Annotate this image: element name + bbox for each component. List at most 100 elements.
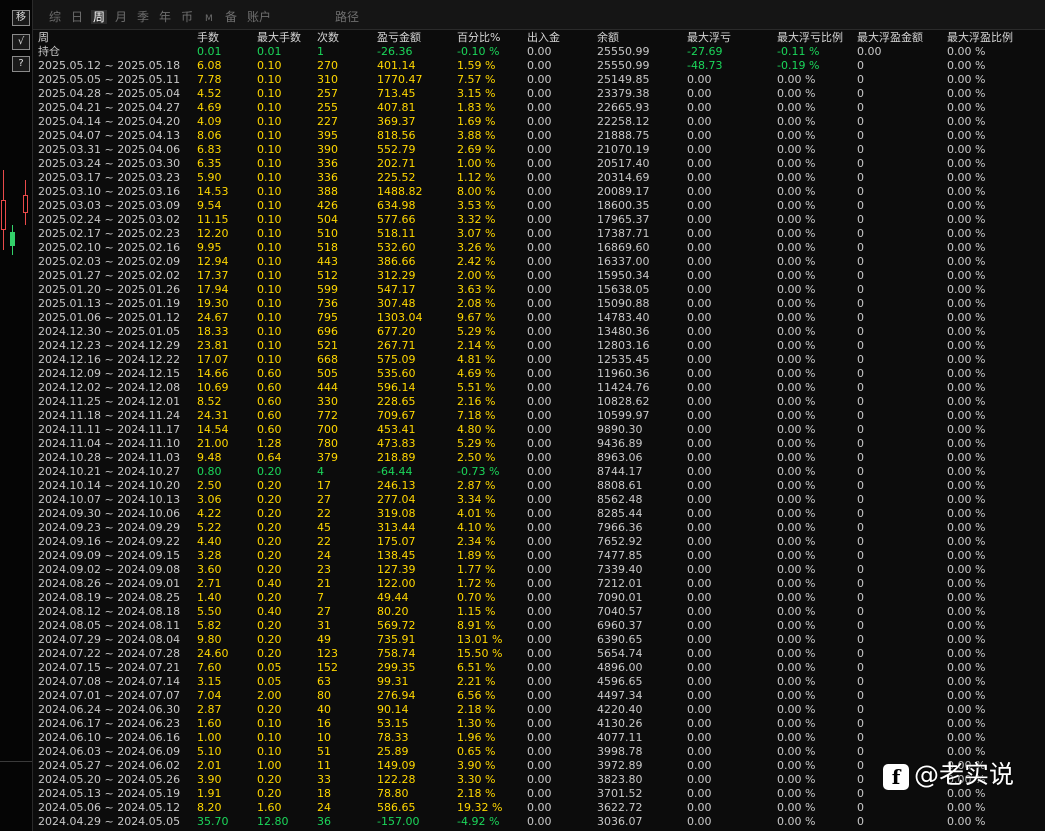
table-row[interactable]: 2025.05.05 ~ 2025.05.11 7.78 0.10 310 1770.4… [33,73,1045,87]
table-row[interactable]: 2024.07.15 ~ 2024.07.21 7.60 0.05 152 299.35… [33,661,1045,675]
col-header-count[interactable]: 次数 [317,31,339,45]
cell-lots: 6.35 [197,157,222,170]
tab-quarterly[interactable]: 季 [137,10,149,24]
tab-yearly[interactable]: 年 [159,10,171,24]
table-row[interactable]: 2024.10.21 ~ 2024.10.27 0.80 0.20 4 -64.44 -0… [33,465,1045,479]
table-row[interactable]: 2025.03.24 ~ 2025.03.30 6.35 0.10 336 202.71… [33,157,1045,171]
cell-pnl: 202.71 [377,157,416,170]
table-row[interactable]: 2025.01.13 ~ 2025.01.19 19.30 0.10 736 307.4… [33,297,1045,311]
line-tool-button[interactable]: √ [12,34,30,50]
col-header-io[interactable]: 出入金 [527,31,560,45]
table-row[interactable]: 2024.04.29 ~ 2024.05.05 35.70 12.80 36 -157.… [33,815,1045,829]
col-header-lots[interactable]: 手数 [197,31,219,45]
table-row[interactable]: 2024.06.10 ~ 2024.06.16 1.00 0.10 10 78.33 1.… [33,731,1045,745]
cell-max-float-loss: 0.00 [687,311,712,324]
table-row[interactable]: 2025.03.17 ~ 2025.03.23 5.90 0.10 336 225.52… [33,171,1045,185]
cell-pct: 2.42 % [457,255,496,268]
cell-io: 0.00 [527,255,552,268]
table-row[interactable]: 2025.02.10 ~ 2025.02.16 9.95 0.10 518 532.60… [33,241,1045,255]
cell-pnl: 127.39 [377,563,416,576]
table-row[interactable]: 2024.08.19 ~ 2024.08.25 1.40 0.20 7 49.44 0.7… [33,591,1045,605]
table-row[interactable]: 2024.10.28 ~ 2024.11.03 9.48 0.64 379 218.89… [33,451,1045,465]
table-row[interactable]: 2025.04.21 ~ 2025.04.27 4.69 0.10 255 407.81… [33,101,1045,115]
table-row[interactable]: 2025.04.07 ~ 2025.04.13 8.06 0.10 395 818.56… [33,129,1045,143]
cell-max-float-loss: 0.00 [687,675,712,688]
table-row[interactable]: 2024.12.30 ~ 2025.01.05 18.33 0.10 696 677.2… [33,325,1045,339]
table-row[interactable]: 2024.07.29 ~ 2024.08.04 9.80 0.20 49 735.91 1… [33,633,1045,647]
table-row[interactable]: 2025.01.20 ~ 2025.01.26 17.94 0.10 599 547.1… [33,283,1045,297]
table-row[interactable]: 2024.09.09 ~ 2024.09.15 3.28 0.20 24 138.45 1… [33,549,1045,563]
table-row[interactable]: 2025.01.27 ~ 2025.02.02 17.37 0.10 512 312.2… [33,269,1045,283]
table-row[interactable]: 2024.11.04 ~ 2024.11.10 21.00 1.28 780 473.8… [33,437,1045,451]
table-row[interactable]: 2024.08.26 ~ 2024.09.01 2.71 0.40 21 122.00 1… [33,577,1045,591]
table-row[interactable]: 2025.03.10 ~ 2025.03.16 14.53 0.10 388 1488.… [33,185,1045,199]
tab-monthly[interactable]: 月 [115,10,127,24]
table-row[interactable]: 2025.04.14 ~ 2025.04.20 4.09 0.10 227 369.37… [33,115,1045,129]
cell-week-range: 2024.11.04 ~ 2024.11.10 [38,437,181,450]
table-row[interactable]: 2025.03.31 ~ 2025.04.06 6.83 0.10 390 552.79… [33,143,1045,157]
col-header-max-float-gain[interactable]: 最大浮盈金额 [857,31,923,45]
tab-account[interactable]: 账户 [247,10,271,24]
table-row[interactable]: 2024.08.12 ~ 2024.08.18 5.50 0.40 27 80.20 1.… [33,605,1045,619]
table-row[interactable]: 2024.12.09 ~ 2024.12.15 14.66 0.60 505 535.6… [33,367,1045,381]
col-header-max-float-gain-pct[interactable]: 最大浮盈比例 [947,31,1013,45]
table-row[interactable]: 2025.03.03 ~ 2025.03.09 9.54 0.10 426 634.98… [33,199,1045,213]
col-header-week[interactable]: 周 [38,31,49,45]
table-row[interactable]: 2025.02.03 ~ 2025.02.09 12.94 0.10 443 386.6… [33,255,1045,269]
tab-daily[interactable]: 日 [71,10,83,24]
table-row[interactable]: 2024.11.11 ~ 2024.11.17 14.54 0.60 700 453.4… [33,423,1045,437]
holding-row[interactable]: 持仓 0.01 0.01 1 -26.36 -0.10 % 0.00 25550… [33,45,1045,59]
col-header-max-lots[interactable]: 最大手数 [257,31,301,45]
cell-max-float-gain: 0 [857,367,864,380]
table-row[interactable]: 2024.10.07 ~ 2024.10.13 3.06 0.20 27 277.04 3… [33,493,1045,507]
col-header-pnl[interactable]: 盈亏金额 [377,31,421,45]
help-button[interactable]: ? [12,56,30,72]
table-row[interactable]: 2024.10.14 ~ 2024.10.20 2.50 0.20 17 246.13 2… [33,479,1045,493]
cell-balance: 16869.60 [597,241,650,254]
table-row[interactable]: 2024.07.01 ~ 2024.07.07 7.04 2.00 80 276.94 6… [33,689,1045,703]
tab-currency[interactable]: 币 [181,10,193,24]
col-header-balance[interactable]: 余额 [597,31,619,45]
tab-weekly[interactable]: 周 [91,10,108,24]
tab-notes[interactable]: 备 [225,10,237,24]
cell-pnl: 473.83 [377,437,416,450]
col-header-pct[interactable]: 百分比% [457,31,500,45]
table-row[interactable]: 2024.12.02 ~ 2024.12.08 10.69 0.60 444 596.1… [33,381,1045,395]
cell-balance: 7652.92 [597,535,643,548]
table-row[interactable]: 2024.09.30 ~ 2024.10.06 4.22 0.20 22 319.08 4… [33,507,1045,521]
cell-max-float-gain: 0 [857,283,864,296]
table-row[interactable]: 2024.09.02 ~ 2024.09.08 3.60 0.20 23 127.39 1… [33,563,1045,577]
table-row[interactable]: 2025.02.24 ~ 2025.03.02 11.15 0.10 504 577.6… [33,213,1045,227]
col-header-max-float-loss-pct[interactable]: 最大浮亏比例 [777,31,843,45]
table-row[interactable]: 2024.07.08 ~ 2024.07.14 3.15 0.05 63 99.31 2.… [33,675,1045,689]
tab-summary[interactable]: 综 [49,10,61,24]
table-row[interactable]: 2024.08.05 ~ 2024.08.11 5.82 0.20 31 569.72 8… [33,619,1045,633]
table-row[interactable]: 2024.09.16 ~ 2024.09.22 4.40 0.20 22 175.07 2… [33,535,1045,549]
cell-count: 49 [317,633,331,646]
tab-path[interactable]: 路径 [335,10,359,24]
table-row[interactable]: 2024.06.24 ~ 2024.06.30 2.87 0.20 40 90.14 2.… [33,703,1045,717]
col-header-max-float-loss[interactable]: 最大浮亏 [687,31,731,45]
cell-pct: 3.53 % [457,199,496,212]
cell-max-float-gain-pct: 0.00 % [947,87,986,100]
table-row[interactable]: 2025.04.28 ~ 2025.05.04 4.52 0.10 257 713.45… [33,87,1045,101]
table-row[interactable]: 2024.06.03 ~ 2024.06.09 5.10 0.10 51 25.89 0.… [33,745,1045,759]
cell-io: 0.00 [527,773,552,786]
tab-m[interactable]: M [205,12,213,26]
table-row[interactable]: 2024.09.23 ~ 2024.09.29 5.22 0.20 45 313.44 4… [33,521,1045,535]
table-row[interactable]: 2025.01.06 ~ 2025.01.12 24.67 0.10 795 1303.… [33,311,1045,325]
table-row[interactable]: 2024.12.16 ~ 2024.12.22 17.07 0.10 668 575.0… [33,353,1045,367]
cell-max-float-gain: 0 [857,535,864,548]
table-row[interactable]: 2024.05.06 ~ 2024.05.12 8.20 1.60 24 586.65 1… [33,801,1045,815]
table-row[interactable]: 2024.11.18 ~ 2024.11.24 24.31 0.60 772 709.6… [33,409,1045,423]
cell-max-float-gain: 0 [857,73,864,86]
table-row[interactable]: 2024.07.22 ~ 2024.07.28 24.60 0.20 123 758.7… [33,647,1045,661]
table-row[interactable]: 2024.06.17 ~ 2024.06.23 1.60 0.10 16 53.15 1.… [33,717,1045,731]
table-row[interactable]: 2024.11.25 ~ 2024.12.01 8.52 0.60 330 228.65… [33,395,1045,409]
shift-button[interactable]: 移 [12,10,30,26]
cell-pct: 1.83 % [457,101,496,114]
table-row[interactable]: 2025.02.17 ~ 2025.02.23 12.20 0.10 510 518.1… [33,227,1045,241]
table-row[interactable]: 2025.05.12 ~ 2025.05.18 6.08 0.10 270 401.14… [33,59,1045,73]
table-row[interactable]: 2024.12.23 ~ 2024.12.29 23.81 0.10 521 267.7… [33,339,1045,353]
cell-io: 0.00 [527,619,552,632]
